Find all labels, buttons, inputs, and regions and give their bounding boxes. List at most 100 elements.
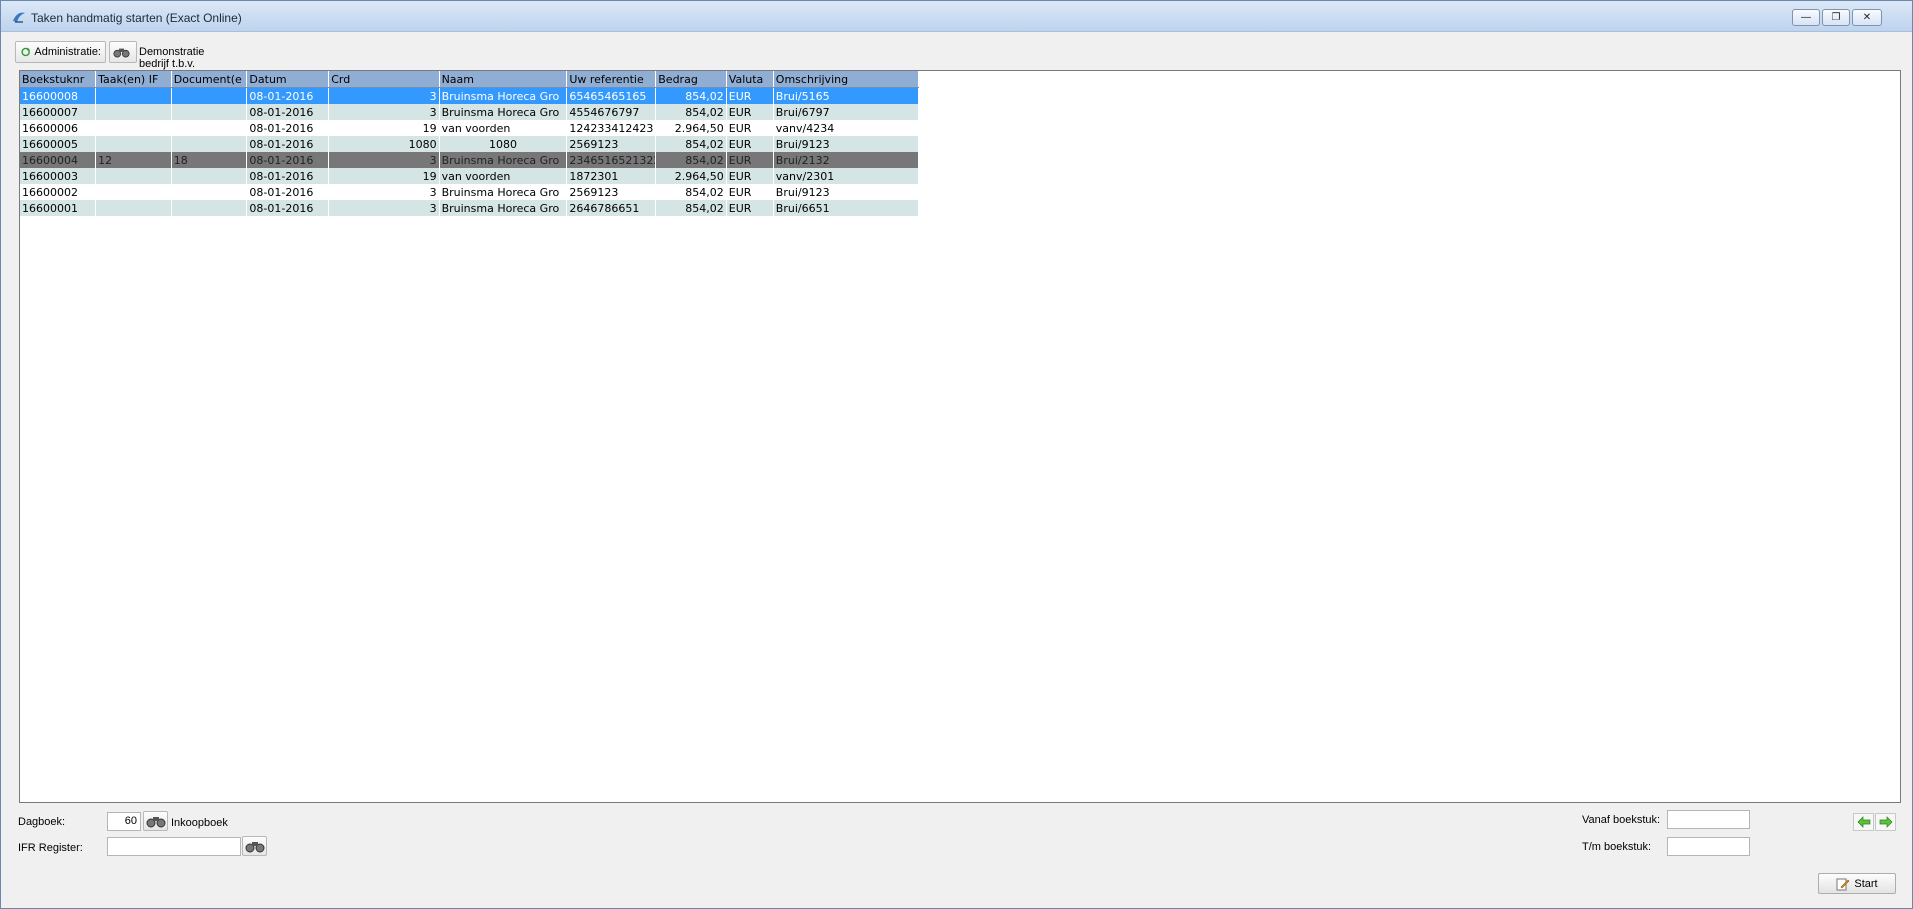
table-cell: 2569123 [566,136,657,152]
table-cell: EUR [726,136,774,152]
table-cell: 854,02 [655,104,727,120]
table-cell [171,200,248,216]
table-cell: Bruinsma Horeca Gro [439,200,568,216]
tm-boekstuk-input[interactable] [1667,837,1750,856]
col-bedrag[interactable]: Bedrag [655,71,727,88]
table-cell: 854,02 [655,87,727,104]
restore-button[interactable]: ❐ [1822,9,1850,26]
table-cell: EUR [726,168,774,184]
dagboek-input[interactable]: 60 [107,812,141,831]
next-button[interactable] [1875,813,1896,831]
table-cell: 1872301 [566,168,657,184]
table-row[interactable]: 16600004 12 18 08-01-2016 3 Bruinsma Horeca G… [20,152,920,168]
table-cell: Bruinsma Horeca Gro [439,87,568,104]
col-valuta[interactable]: Valuta [726,71,774,88]
dagboek-lookup-button[interactable] [143,811,168,831]
table-cell [171,120,248,136]
table-cell: 12 [95,152,172,168]
table-cell: 16600007 [20,104,97,120]
table-cell: 2.964,50 [655,168,727,184]
table-cell: 08-01-2016 [246,104,330,120]
table-row[interactable]: 16600002 08-01-2016 3 Bruinsma Horeca Gro 25… [20,184,920,200]
main-window: Taken handmatig starten (Exact Online) —… [0,0,1913,909]
table-cell: 08-01-2016 [246,184,330,200]
arrow-right-icon [1879,816,1892,828]
col-boekstuknr[interactable]: Boekstuknr [20,71,97,88]
journal-grid[interactable]: Boekstuknr Taak(en) IF Document(e Datum … [19,70,1901,803]
table-cell: 16600001 [20,200,97,216]
table-cell: 3 [328,184,440,200]
table-cell: Brui/6797 [773,104,920,120]
table-cell: 16600003 [20,168,97,184]
table-row[interactable]: 16600006 08-01-2016 19 van voorden 124233412… [20,120,920,136]
app-icon [13,12,25,23]
table-cell: Bruinsma Horeca Gro [439,152,568,168]
table-row[interactable]: 16600001 08-01-2016 3 Bruinsma Horeca Gro 26… [20,200,920,216]
table-cell: 124233412423 [566,120,657,136]
table-cell [95,200,172,216]
col-datum[interactable]: Datum [246,71,330,88]
table-cell: EUR [726,152,774,168]
table-row[interactable]: 16600008 08-01-2016 3 Bruinsma Horeca Gro 65… [20,87,920,104]
table-cell: van voorden [439,168,568,184]
table-cell: EUR [726,184,774,200]
table-cell: 4554676797 [566,104,657,120]
table-cell: Brui/9123 [773,136,920,152]
binoculars-icon [245,842,264,853]
table-cell: 2646786651 [566,200,657,216]
title-bar[interactable]: Taken handmatig starten (Exact Online) —… [1,1,1912,32]
col-uw-referentie[interactable]: Uw referentie [566,71,657,88]
table-cell: 854,02 [655,136,727,152]
binoculars-icon [146,817,165,828]
table-cell: EUR [726,104,774,120]
table-cell: 2569123 [566,184,657,200]
edit-icon [1836,878,1850,890]
table-cell: 08-01-2016 [246,120,330,136]
table-cell: 3 [328,87,440,104]
binoculars-icon [113,48,130,58]
col-documenten[interactable]: Document(e [171,71,248,88]
table-cell: EUR [726,120,774,136]
table-cell: 19 [328,168,440,184]
journal-table: Boekstuknr Taak(en) IF Document(e Datum … [20,71,920,216]
table-cell: 3 [328,104,440,120]
administratie-button[interactable]: Administratie: [15,41,106,63]
col-taken[interactable]: Taak(en) IF [95,71,172,88]
table-row[interactable]: 16600007 08-01-2016 3 Bruinsma Horeca Gro 45… [20,104,920,120]
table-cell: Brui/6651 [773,200,920,216]
table-cell: EUR [726,87,774,104]
table-cell: 16600004 [20,152,97,168]
previous-button[interactable] [1853,813,1874,831]
company-lookup-button[interactable] [109,41,137,63]
refresh-icon [21,47,30,57]
table-cell: Brui/5165 [773,87,920,104]
ifr-register-input[interactable] [107,837,241,856]
ifr-lookup-button[interactable] [242,836,267,856]
table-cell: 16600006 [20,120,97,136]
header-row: Boekstuknr Taak(en) IF Document(e Datum … [20,71,920,88]
table-cell: 2.964,50 [655,120,727,136]
table-row[interactable]: 16600005 08-01-2016 1080 1080 2569123 854,02 E… [20,136,920,152]
ifr-register-label: IFR Register: [18,842,83,854]
restore-icon: ❐ [1831,11,1841,23]
minimize-button[interactable]: — [1792,9,1820,26]
col-crd[interactable]: Crd [328,71,440,88]
col-naam[interactable]: Naam [439,71,568,88]
table-cell: Brui/9123 [773,184,920,200]
table-cell: vanv/2301 [773,168,920,184]
start-button[interactable]: Start [1818,873,1896,894]
table-cell: EUR [726,200,774,216]
table-row[interactable]: 16600003 08-01-2016 19 van voorden 1872301 2.… [20,168,920,184]
table-cell: Brui/2132 [773,152,920,168]
table-cell: 08-01-2016 [246,200,330,216]
table-cell [171,184,248,200]
vanaf-boekstuk-label: Vanaf boekstuk: [1582,814,1661,826]
close-button[interactable]: ✕ [1852,9,1882,26]
col-omschrijving[interactable]: Omschrijving [773,71,920,88]
table-cell [95,87,172,104]
table-cell [95,184,172,200]
vanaf-boekstuk-input[interactable] [1667,810,1750,829]
table-cell: 3 [328,152,440,168]
table-cell: 08-01-2016 [246,87,330,104]
table-cell: 08-01-2016 [246,152,330,168]
